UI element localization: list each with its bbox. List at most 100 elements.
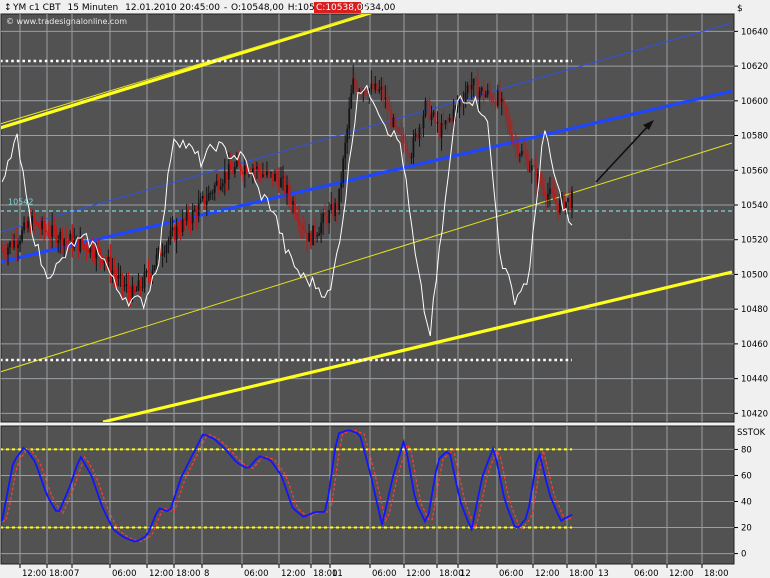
- price-bar-body: [332, 204, 335, 216]
- price-bar-body: [55, 229, 58, 243]
- price-bar-body: [547, 194, 549, 200]
- price-bar-body: [249, 171, 252, 173]
- price-bar-body: [410, 157, 413, 159]
- price-bar-body: [237, 160, 240, 165]
- price-bar-body: [125, 284, 128, 286]
- price-bar-body: [356, 84, 359, 92]
- price-bar-body: [344, 142, 347, 159]
- x-tick-label: 12:00: [669, 569, 694, 578]
- price-bar-body: [458, 101, 461, 107]
- price-bar-body: [310, 233, 312, 246]
- oscillator-panel[interactable]: [0, 425, 735, 565]
- price-bar-body: [61, 232, 64, 246]
- price-bar-body: [476, 79, 479, 98]
- price-bar-body: [434, 112, 437, 124]
- price-bar-body: [233, 166, 236, 174]
- price-bar-body: [43, 220, 46, 231]
- price-bar-body: [492, 101, 495, 103]
- price-bar-body: [364, 89, 367, 94]
- price-bar-body: [221, 183, 224, 187]
- price-bar-body: [167, 239, 170, 245]
- price-panel[interactable]: [0, 13, 735, 423]
- price-bar-body: [266, 171, 268, 176]
- price-bar-body: [53, 225, 56, 230]
- price-bar-body: [420, 127, 423, 129]
- price-bar-body: [318, 233, 321, 236]
- price-bar-body: [115, 274, 118, 279]
- price-bar-body: [378, 89, 381, 92]
- price-bar-body: [280, 177, 282, 188]
- x-tick-label: 7: [74, 569, 79, 578]
- price-bar-body: [516, 144, 519, 156]
- price-bar-body: [432, 112, 435, 115]
- x-tick-label: 12:00: [281, 569, 306, 578]
- price-bar-body: [169, 230, 172, 240]
- price-bar-body: [490, 95, 493, 102]
- price-bar-body: [229, 164, 232, 171]
- price-bar-body: [251, 168, 254, 173]
- price-bar-body: [314, 225, 316, 237]
- price-bar-body: [177, 226, 180, 232]
- price-bar-body: [346, 128, 349, 143]
- price-bar-body: [496, 90, 499, 107]
- price-bar-body: [81, 238, 84, 245]
- price-bar-body: [372, 83, 375, 91]
- price-bar-body: [424, 100, 427, 116]
- price-bar-body: [282, 176, 284, 178]
- price-bar-body: [155, 254, 158, 266]
- price-bar-body: [358, 90, 361, 92]
- price-bar-body: [223, 172, 226, 184]
- price-bar-body: [268, 171, 270, 173]
- price-bar-body: [298, 218, 300, 225]
- price-bar-body: [71, 233, 74, 248]
- price-bar-body: [191, 210, 194, 224]
- price-bar-body: [304, 230, 306, 233]
- price-bar-body: [530, 165, 533, 171]
- price-bar-body: [472, 78, 475, 86]
- x-tick-label: 06:00: [112, 569, 137, 578]
- price-bar-body: [526, 157, 529, 172]
- price-bar-body: [506, 115, 509, 122]
- price-bar-body: [195, 210, 198, 217]
- price-bar-body: [25, 222, 27, 228]
- y-tick-label: 10420: [741, 409, 768, 419]
- price-bar-body: [390, 110, 393, 127]
- price-bar-body: [97, 247, 100, 250]
- price-bar-body: [199, 198, 202, 204]
- price-bar-body: [480, 87, 483, 92]
- price-bar-body: [528, 170, 531, 172]
- price-bar-body: [171, 227, 174, 231]
- x-tick-label: 18:00: [704, 569, 729, 578]
- price-bar-body: [209, 192, 212, 194]
- price-bar-body: [37, 222, 40, 228]
- price-bar-body: [404, 143, 407, 152]
- price-bar-body: [464, 92, 467, 102]
- price-bar-body: [15, 240, 17, 248]
- price-bar-body: [336, 203, 339, 211]
- price-bar-body: [59, 232, 62, 241]
- price-bar-body: [149, 275, 152, 278]
- price-bar-body: [386, 97, 389, 110]
- open-value: O:10548,00: [231, 3, 284, 13]
- price-bar-body: [418, 127, 421, 139]
- price-bar-body: [498, 90, 501, 102]
- x-tick-label: 06:00: [244, 569, 269, 578]
- x-tick-label: 12: [460, 569, 471, 578]
- price-bar-body: [260, 171, 262, 177]
- price-bar-body: [470, 85, 473, 90]
- currency-label: $: [737, 4, 743, 14]
- price-bar-body: [173, 227, 176, 240]
- y-tick-label: 10520: [741, 236, 768, 246]
- price-bar-body: [5, 253, 7, 255]
- price-bar-body: [163, 252, 166, 254]
- price-bar-body: [227, 164, 230, 180]
- price-bar-body: [51, 225, 54, 237]
- timeframe-label: 15 Minuten: [68, 3, 119, 13]
- price-bar-body: [412, 137, 415, 158]
- price-bar-body: [241, 171, 244, 175]
- price-bar-body: [414, 133, 417, 138]
- price-bar-body: [17, 244, 19, 248]
- y-tick-label: 10440: [741, 375, 768, 385]
- price-bar-body: [392, 117, 395, 127]
- price-bar-body: [153, 265, 156, 271]
